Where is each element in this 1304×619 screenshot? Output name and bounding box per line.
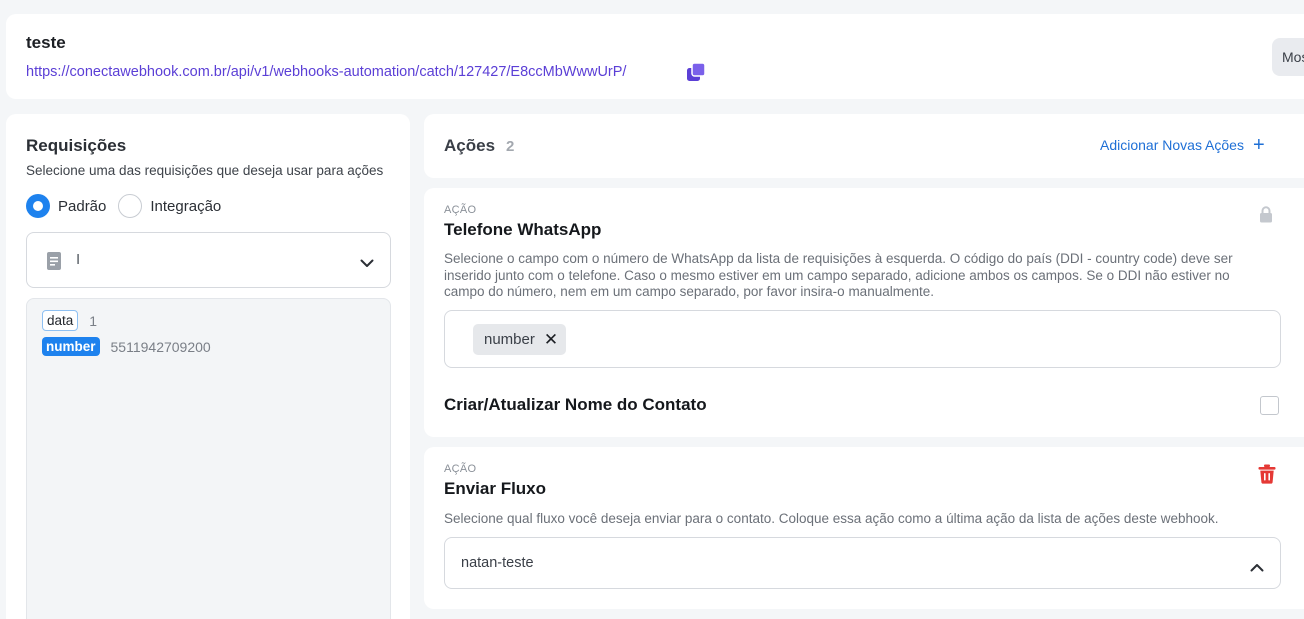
field-value: 5511942709200 <box>110 338 211 355</box>
radio-integracao-label[interactable]: Integração <box>150 198 221 215</box>
selected-field-chip: number ✕ <box>473 324 567 355</box>
action-kicker: AÇÃO <box>444 463 477 475</box>
request-type-radio-group: Padrão Integração <box>26 194 233 218</box>
action-card-send-flow: AÇÃO Enviar Fluxo Selecione qual fluxo v… <box>424 447 1304 609</box>
action-title: Telefone WhatsApp <box>444 220 602 239</box>
add-actions-button[interactable]: Adicionar Novas Ações + <box>1100 135 1265 155</box>
plus-icon[interactable]: + <box>1253 135 1265 155</box>
requests-subtitle: Selecione uma das requisições que deseja… <box>26 163 384 178</box>
chip-label: number <box>484 331 535 348</box>
field-key-tag-selected[interactable]: number <box>42 337 100 356</box>
contact-name-label: Criar/Atualizar Nome do Contato <box>444 395 707 414</box>
flow-select-value: natan-teste <box>461 555 534 571</box>
request-select[interactable]: I <box>26 232 391 288</box>
close-icon[interactable]: ✕ <box>544 330 558 350</box>
field-row-number: number 5511942709200 <box>42 337 211 356</box>
action-card-whatsapp: AÇÃO Telefone WhatsApp Selecione o campo… <box>424 188 1304 437</box>
radio-padrao-label[interactable]: Padrão <box>58 198 106 215</box>
show-button[interactable]: Mos <box>1272 38 1304 76</box>
chevron-down-icon[interactable] <box>360 255 374 273</box>
chevron-up-icon[interactable] <box>1250 559 1264 577</box>
requests-panel: Requisições Selecione uma das requisiçõe… <box>6 114 410 619</box>
lock-icon <box>1259 206 1273 228</box>
document-icon <box>46 251 62 276</box>
action-title: Enviar Fluxo <box>444 479 547 498</box>
contact-name-checkbox[interactable] <box>1260 396 1279 415</box>
action-description: Selecione o campo com o número de WhatsA… <box>444 251 1233 299</box>
field-key-tag[interactable]: data <box>42 310 79 331</box>
flow-select[interactable]: natan-teste <box>444 537 1281 589</box>
radio-integracao[interactable] <box>118 194 143 218</box>
action-description: Selecione qual fluxo você deseja enviar … <box>444 511 1219 526</box>
webhook-url[interactable]: https://conectawebhook.com.br/api/v1/web… <box>26 64 626 80</box>
radio-padrao[interactable] <box>26 194 50 218</box>
actions-title: Ações <box>444 136 496 155</box>
field-value: 1 <box>89 312 98 329</box>
actions-header: Ações 2 Adicionar Novas Ações + <box>424 114 1304 178</box>
actions-count: 2 <box>506 138 515 155</box>
copy-icon[interactable] <box>686 62 706 82</box>
trash-icon[interactable] <box>1258 464 1276 489</box>
webhook-header: teste https://conectawebhook.com.br/api/… <box>6 14 1304 99</box>
field-row-data: data 1 <box>42 310 97 331</box>
action-kicker: AÇÃO <box>444 204 477 216</box>
webhook-title: teste <box>26 33 66 52</box>
requests-title: Requisições <box>26 136 127 155</box>
add-actions-label[interactable]: Adicionar Novas Ações <box>1100 137 1244 153</box>
request-select-value: I <box>76 251 81 268</box>
request-fields-box: data 1 number 5511942709200 <box>26 298 391 619</box>
whatsapp-field-input[interactable]: number ✕ <box>444 310 1281 368</box>
